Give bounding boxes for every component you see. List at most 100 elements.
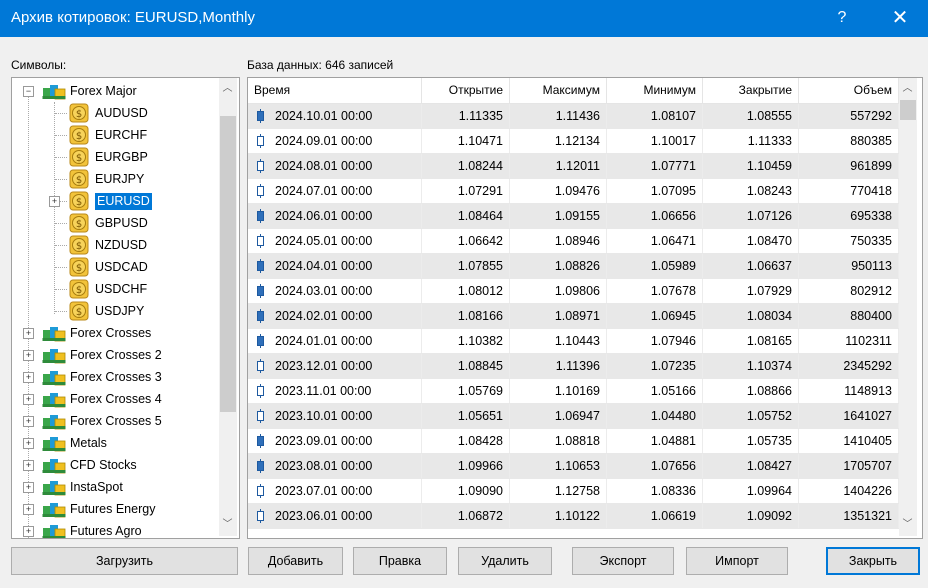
table-cell-open: 1.08845: [422, 354, 510, 378]
bullish-candle-icon: [257, 384, 264, 398]
column-header[interactable]: Закрытие: [703, 78, 799, 103]
add-button[interactable]: Добавить: [248, 547, 343, 575]
bearish-candle-icon: [257, 459, 264, 473]
currency-symbol-icon: $: [69, 213, 89, 233]
table-scroll-thumb[interactable]: [900, 100, 916, 120]
tree-group-cfd-stocks[interactable]: + CFD Stocks: [12, 454, 217, 476]
tree-group-label: Forex Crosses 3: [70, 370, 162, 384]
column-header[interactable]: Объем: [799, 78, 899, 103]
expand-icon[interactable]: +: [23, 372, 34, 383]
tree-symbol-eurjpy[interactable]: $ EURJPY: [12, 168, 217, 190]
table-row[interactable]: 2023.12.01 00:00 1.08845 1.11396 1.07235 1.1…: [248, 354, 899, 379]
tree-symbol-eurgbp[interactable]: $ EURGBP: [12, 146, 217, 168]
tree-group-forex-crosses-4[interactable]: + Forex Crosses 4: [12, 388, 217, 410]
table-cell-time: 2023.06.01 00:00: [248, 504, 422, 528]
tree-group-futures-agro[interactable]: + Futures Agro: [12, 520, 217, 538]
table-row[interactable]: 2023.10.01 00:00 1.05651 1.06947 1.04480 1.0…: [248, 404, 899, 429]
tree-group-label: Forex Crosses 4: [70, 392, 162, 406]
tree-group-forex-crosses-2[interactable]: + Forex Crosses 2: [12, 344, 217, 366]
expand-icon[interactable]: +: [23, 328, 34, 339]
tree-symbol-usdchf[interactable]: $ USDCHF: [12, 278, 217, 300]
table-scrollbar[interactable]: ︿ ﹀: [899, 78, 917, 536]
tree-symbol-usdcad[interactable]: $ USDCAD: [12, 256, 217, 278]
close-button[interactable]: Закрыть: [826, 547, 920, 575]
table-cell-high: 1.08946: [510, 229, 607, 253]
tree-symbol-eurusd[interactable]: + $ EURUSD: [12, 190, 217, 212]
table-cell-time: 2024.09.01 00:00: [248, 129, 422, 153]
expand-icon[interactable]: +: [23, 504, 34, 515]
tree-group-label: Futures Agro: [70, 524, 142, 538]
table-row[interactable]: 2024.02.01 00:00 1.08166 1.08971 1.06945 1.0…: [248, 304, 899, 329]
tree-group-instaspot[interactable]: + InstaSpot: [12, 476, 217, 498]
table-cell-close: 1.07126: [703, 204, 799, 228]
table-cell-close: 1.08034: [703, 304, 799, 328]
table-row[interactable]: 2024.10.01 00:00 1.11335 1.11436 1.08107 1.0…: [248, 104, 899, 129]
delete-button[interactable]: Удалить: [458, 547, 552, 575]
table-row[interactable]: 2024.09.01 00:00 1.10471 1.12134 1.10017 1.1…: [248, 129, 899, 154]
help-button[interactable]: ?: [828, 6, 856, 30]
symbol-group-icon: [42, 82, 66, 100]
column-header[interactable]: Открытие: [422, 78, 510, 103]
edit-button[interactable]: Правка: [353, 547, 447, 575]
expand-icon[interactable]: +: [23, 482, 34, 493]
quotes-table[interactable]: Время Открытие Максимум Минимум Закрытие Объе…: [247, 77, 923, 539]
table-cell-time: 2023.07.01 00:00: [248, 479, 422, 503]
column-header[interactable]: Максимум: [510, 78, 607, 103]
symbol-group-icon: [42, 478, 66, 496]
collapse-icon[interactable]: −: [23, 86, 34, 97]
table-cell-close: 1.08470: [703, 229, 799, 253]
tree-group-forex-crosses[interactable]: + Forex Crosses: [12, 322, 217, 344]
table-cell-time: 2024.01.01 00:00: [248, 329, 422, 353]
table-row[interactable]: 2024.08.01 00:00 1.08244 1.12011 1.07771 1.1…: [248, 154, 899, 179]
table-cell-high: 1.10653: [510, 454, 607, 478]
tree-symbol-audusd[interactable]: $ AUDUSD: [12, 102, 217, 124]
table-cell-low: 1.06619: [607, 504, 703, 528]
tree-group-forex-crosses-3[interactable]: + Forex Crosses 3: [12, 366, 217, 388]
load-button[interactable]: Загрузить: [11, 547, 238, 575]
table-row[interactable]: 2023.09.01 00:00 1.08428 1.08818 1.04881 1.0…: [248, 429, 899, 454]
expand-icon[interactable]: +: [23, 460, 34, 471]
import-button[interactable]: Импорт: [686, 547, 788, 575]
table-row[interactable]: 2023.06.01 00:00 1.06872 1.10122 1.06619 1.0…: [248, 504, 899, 529]
expand-icon[interactable]: +: [23, 416, 34, 427]
table-scroll-down-arrow-icon[interactable]: ﹀: [899, 516, 916, 533]
table-cell-open: 1.06642: [422, 229, 510, 253]
tree-group-futures-energy[interactable]: + Futures Energy: [12, 498, 217, 520]
table-row[interactable]: 2023.07.01 00:00 1.09090 1.12758 1.08336 1.0…: [248, 479, 899, 504]
tree-group-forex-crosses-5[interactable]: + Forex Crosses 5: [12, 410, 217, 432]
expand-icon[interactable]: +: [23, 350, 34, 361]
column-header[interactable]: Время: [248, 78, 422, 103]
window-close-button[interactable]: ✕: [885, 6, 915, 30]
tree-group-label: Forex Crosses 2: [70, 348, 162, 362]
table-cell-high: 1.08826: [510, 254, 607, 278]
expand-icon[interactable]: +: [23, 526, 34, 537]
tree-group-label: Futures Energy: [70, 502, 156, 516]
table-row[interactable]: 2024.03.01 00:00 1.08012 1.09806 1.07678 1.0…: [248, 279, 899, 304]
tree-scroll-thumb[interactable]: [220, 116, 236, 412]
tree-scrollbar[interactable]: ︿ ﹀: [219, 78, 237, 536]
expand-icon[interactable]: +: [23, 394, 34, 405]
tree-group-forex-major[interactable]: − Forex Major: [12, 80, 217, 102]
tree-symbol-eurchf[interactable]: $ EURCHF: [12, 124, 217, 146]
tree-group-metals[interactable]: + Metals: [12, 432, 217, 454]
table-row[interactable]: 2024.06.01 00:00 1.08464 1.09155 1.06656 1.0…: [248, 204, 899, 229]
tree-scroll-down-arrow-icon[interactable]: ﹀: [219, 516, 236, 533]
table-cell-low: 1.08336: [607, 479, 703, 503]
table-scroll-up-arrow-icon[interactable]: ︿: [899, 80, 916, 97]
symbols-tree[interactable]: − Forex Major $ AUDUSD $ EURCHF $ EURGBP $ EURJPY…: [11, 77, 240, 539]
tree-symbol-nzdusd[interactable]: $ NZDUSD: [12, 234, 217, 256]
column-header[interactable]: Минимум: [607, 78, 703, 103]
table-row[interactable]: 2024.05.01 00:00 1.06642 1.08946 1.06471 1.0…: [248, 229, 899, 254]
expand-icon[interactable]: +: [49, 196, 60, 207]
expand-icon[interactable]: +: [23, 438, 34, 449]
table-row[interactable]: 2024.01.01 00:00 1.10382 1.10443 1.07946 1.0…: [248, 329, 899, 354]
table-row[interactable]: 2024.07.01 00:00 1.07291 1.09476 1.07095 1.0…: [248, 179, 899, 204]
tree-symbol-gbpusd[interactable]: $ GBPUSD: [12, 212, 217, 234]
symbol-group-icon: [42, 390, 66, 408]
table-row[interactable]: 2024.04.01 00:00 1.07855 1.08826 1.05989 1.0…: [248, 254, 899, 279]
export-button[interactable]: Экспорт: [572, 547, 674, 575]
table-row[interactable]: 2023.08.01 00:00 1.09966 1.10653 1.07656 1.0…: [248, 454, 899, 479]
tree-symbol-usdjpy[interactable]: $ USDJPY: [12, 300, 217, 322]
table-row[interactable]: 2023.11.01 00:00 1.05769 1.10169 1.05166 1.0…: [248, 379, 899, 404]
tree-scroll-up-arrow-icon[interactable]: ︿: [219, 80, 236, 97]
